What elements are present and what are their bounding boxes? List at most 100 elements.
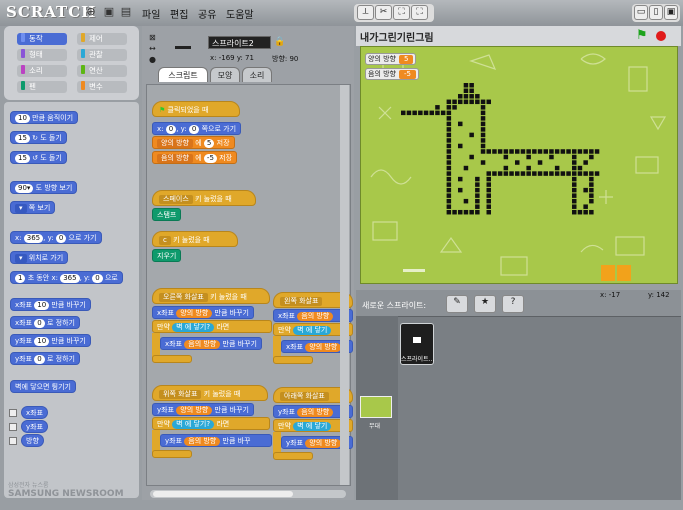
y-input[interactable]: 0 <box>55 234 67 243</box>
change-y-block[interactable]: y좌표 양의 방향 만큼 바꾸기 <box>152 403 254 416</box>
paint-sprite-button[interactable]: ✎ <box>446 295 468 313</box>
bounce-block[interactable]: 벽에 닿으면 튕기기 <box>10 380 76 393</box>
tab-scripts[interactable]: 스크립트 <box>158 67 208 82</box>
go-to-block[interactable]: ▾ 위치로 가기 <box>10 251 69 264</box>
stamp-tool-button[interactable]: ⟂ <box>357 5 374 20</box>
x-position-checkbox[interactable] <box>9 409 17 417</box>
variable-reporter[interactable]: 음의 방향 <box>297 408 334 417</box>
small-stage-button[interactable]: ▭ <box>634 5 648 20</box>
when-key-pressed-hat[interactable]: 위쪽 화살표 키 눌렀을 때 <box>152 385 268 401</box>
change-x-block[interactable]: x좌표 음의 방향 만큼 바꾸기 <box>160 337 262 350</box>
degrees-input[interactable]: 15 <box>15 134 30 143</box>
variable-reporter[interactable]: 양의 방향 <box>176 309 213 318</box>
stop-button[interactable] <box>656 31 666 41</box>
when-flag-clicked-hat[interactable]: ⚑ 클릭되었을 때 <box>152 101 240 117</box>
key-dropdown[interactable]: 아래쪽 화살표 <box>280 392 329 401</box>
when-key-pressed-hat[interactable]: 오른쪽 화살표 키 눌렀을 때 <box>152 288 270 304</box>
value-input[interactable]: 5 <box>203 139 215 148</box>
if-block[interactable]: 만약 벽 에 닿기? 라면 <box>152 417 270 430</box>
variable-reporter[interactable]: 음의 방향 <box>184 437 221 446</box>
grow-tool-button[interactable]: ⛶ <box>393 5 410 20</box>
point-direction-block[interactable]: 90▾ 도 방향 보기 <box>10 181 78 194</box>
x-input[interactable]: 365 <box>60 274 80 283</box>
variable-reporter[interactable]: 양의 방향 <box>176 406 213 415</box>
category-sound[interactable]: 소리 <box>17 65 67 77</box>
tab-costumes[interactable]: 모양 <box>210 67 240 82</box>
sprite-name-field[interactable]: 스프라이트2 <box>208 36 271 49</box>
clear-block[interactable]: 지우기 <box>152 249 182 262</box>
touching-dropdown[interactable]: 벽 <box>176 323 182 331</box>
cut-tool-button[interactable]: ✂ <box>375 5 392 20</box>
key-dropdown[interactable]: 왼쪽 화살표 <box>280 297 323 306</box>
secs-input[interactable]: 1 <box>15 274 26 283</box>
go-to-xy-block[interactable]: x: 0, y: 0 쪽으로 가기 <box>152 122 242 135</box>
if-block[interactable]: 만약 벽 에 닿기? 라면 <box>152 320 272 333</box>
set-variable-block[interactable]: 양의 방향 에 5 저장 <box>152 136 235 149</box>
direction-input[interactable]: 90▾ <box>15 184 34 193</box>
change-x-block[interactable]: x좌표 양의 방향 만큼 바꾸기 <box>152 306 254 319</box>
key-dropdown[interactable]: c <box>159 236 171 245</box>
scrollbar-thumb[interactable] <box>153 491 293 497</box>
touching-dropdown[interactable]: 벽 <box>297 422 303 430</box>
presentation-button[interactable]: ▣ <box>664 5 678 20</box>
variable-reporter[interactable]: 양의 방향 <box>305 343 342 352</box>
degrees-input[interactable]: 15 <box>15 154 30 163</box>
y-position-checkbox[interactable] <box>9 423 17 431</box>
steps-input[interactable]: 10 <box>15 114 30 123</box>
vertical-scrollbar[interactable] <box>340 85 349 485</box>
menu-file[interactable]: 파일 <box>142 6 160 21</box>
lock-icon[interactable]: ⊠ <box>149 33 156 42</box>
when-key-pressed-hat[interactable]: 스페이스 키 눌렀을 때 <box>152 190 256 206</box>
value-input[interactable]: 10 <box>34 337 50 346</box>
key-dropdown[interactable]: 오른쪽 화살표 <box>159 293 208 302</box>
category-control[interactable]: 제어 <box>77 33 127 45</box>
menu-share[interactable]: 공유 <box>198 6 216 21</box>
stage-canvas[interactable] <box>360 46 678 284</box>
value-input[interactable]: -5 <box>203 154 217 163</box>
stamp-block[interactable]: 스탬프 <box>152 208 182 221</box>
x-input[interactable]: 365 <box>23 234 44 243</box>
x-input[interactable]: 0 <box>165 125 177 134</box>
random-sprite-button[interactable]: ? <box>502 295 524 313</box>
category-looks[interactable]: 형태 <box>17 49 67 61</box>
variable-dropdown[interactable]: 양의 방향 <box>157 139 193 148</box>
glide-block[interactable]: 1 초 동안 x: 365, y: 0 으로 <box>10 271 123 284</box>
key-dropdown[interactable]: 위쪽 화살표 <box>159 390 202 399</box>
x-position-reporter[interactable]: x좌표 <box>21 406 49 419</box>
rotate-style-icon[interactable]: ↔ <box>149 44 156 53</box>
direction-checkbox[interactable] <box>9 437 17 445</box>
variable-monitor-positive[interactable]: 양의 방향 5 <box>365 53 417 65</box>
set-y-block[interactable]: y좌표 0 로 정하기 <box>10 352 80 365</box>
turn-right-block[interactable]: 15 ↻ 도 돌기 <box>10 131 67 144</box>
category-variables[interactable]: 변수 <box>77 81 127 93</box>
value-input[interactable]: 0 <box>34 319 45 328</box>
turn-left-block[interactable]: 15 ↺ 도 돌기 <box>10 151 67 164</box>
touching-dropdown[interactable]: 벽 <box>297 326 303 334</box>
menu-help[interactable]: 도움말 <box>226 6 254 21</box>
key-dropdown[interactable]: 스페이스 <box>159 195 193 204</box>
variable-reporter[interactable]: 음의 방향 <box>184 340 221 349</box>
category-motion[interactable]: 동작 <box>17 33 67 45</box>
shrink-tool-button[interactable]: ⛶ <box>411 5 428 20</box>
globe-icon[interactable]: ⊕ <box>85 6 97 18</box>
stage-thumbnail[interactable] <box>360 396 392 418</box>
y-input[interactable]: 0 <box>92 274 103 283</box>
category-pen[interactable]: 펜 <box>17 81 67 93</box>
point-towards-block[interactable]: ▾ 쪽 보기 <box>10 201 56 214</box>
choose-sprite-button[interactable]: ★ <box>474 295 496 313</box>
tab-sounds[interactable]: 소리 <box>242 67 272 82</box>
set-x-block[interactable]: x좌표 0 로 정하기 <box>10 316 80 329</box>
change-y-block[interactable]: y좌표 10 만큼 바꾸기 <box>10 334 91 347</box>
touching-dropdown[interactable]: 벽 <box>176 420 182 428</box>
value-input[interactable]: 10 <box>34 301 50 310</box>
y-position-reporter[interactable]: y좌표 <box>21 420 49 433</box>
when-key-pressed-hat[interactable]: c 키 눌렀을 때 <box>152 231 238 247</box>
variable-dropdown[interactable]: 음의 방향 <box>157 154 193 163</box>
category-sensing[interactable]: 관찰 <box>77 49 127 61</box>
menu-edit[interactable]: 편집 <box>170 6 188 21</box>
padlock-icon[interactable]: 🔒 <box>274 37 285 47</box>
normal-stage-button[interactable]: ▯ <box>649 5 663 20</box>
share-icon[interactable]: ▤ <box>120 6 132 18</box>
change-y-block[interactable]: y좌표 음의 방향 만큼 바꾸 <box>160 434 272 447</box>
move-steps-block[interactable]: 10 만큼 움직이기 <box>10 111 79 124</box>
